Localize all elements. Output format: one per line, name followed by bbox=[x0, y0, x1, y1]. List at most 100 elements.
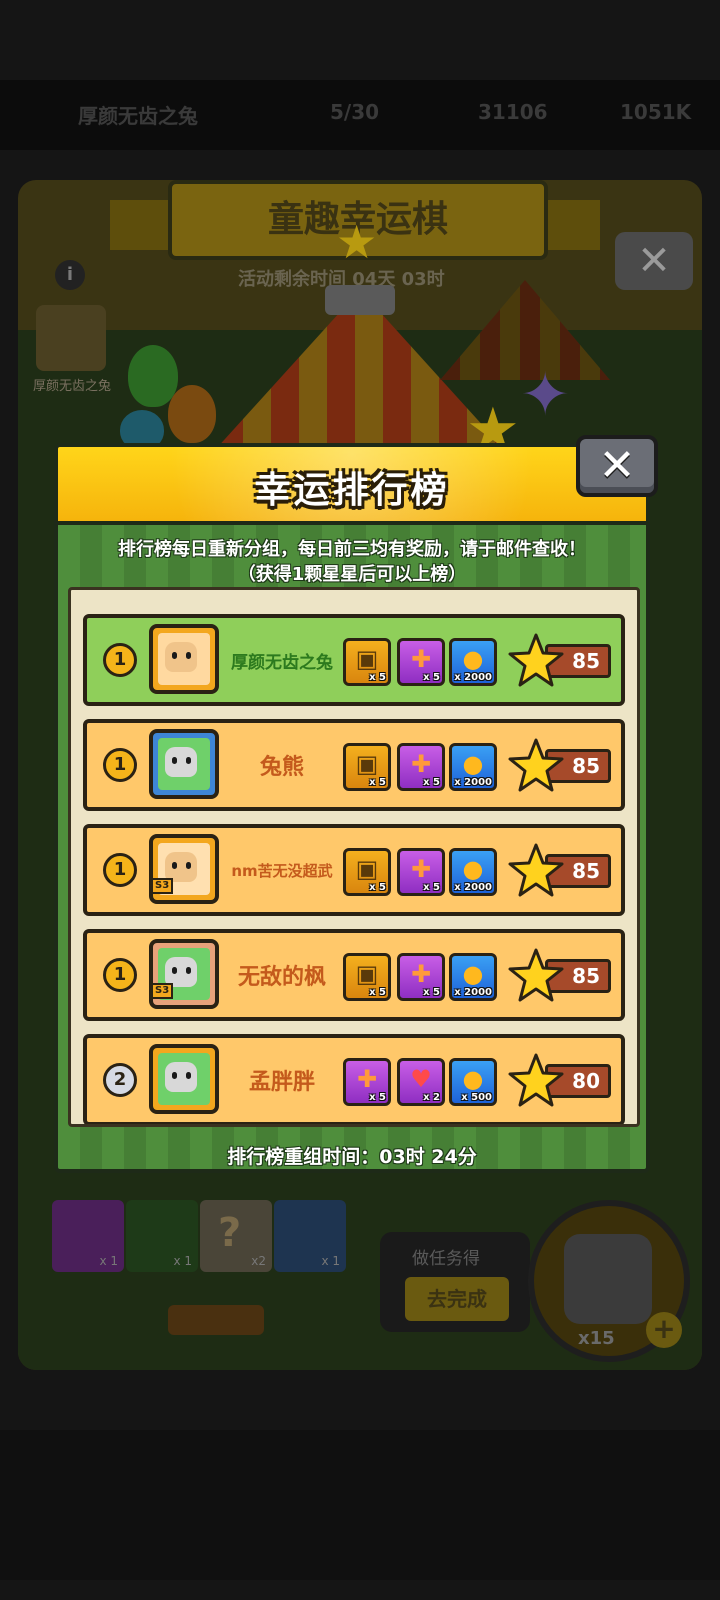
player-name: 孟胖胖 bbox=[248, 1070, 315, 1095]
player-name: 厚颜无齿之兔 bbox=[78, 104, 198, 128]
reward-quantity: x 2000 bbox=[454, 672, 492, 683]
board-tile-key-blue: x 1 bbox=[274, 1200, 346, 1272]
reward-item[interactable]: ● x 500 bbox=[449, 1058, 497, 1106]
avatar[interactable] bbox=[36, 305, 106, 371]
player-name: 厚颜无齿之兔 bbox=[231, 652, 333, 673]
water-drop-icon: ● bbox=[462, 750, 484, 778]
task-label: 做任务得 bbox=[412, 1249, 480, 1269]
rank-badge: 1 bbox=[103, 853, 137, 887]
notice-line-1: 排行榜每日重新分组，每日前三均有奖励，请于邮件查收！ bbox=[118, 539, 586, 560]
gray-cat-avatar bbox=[165, 1062, 197, 1092]
modal-header: 幸运排行榜 bbox=[54, 443, 650, 525]
season-badge: S3 bbox=[151, 983, 174, 999]
currency-b: 1051K bbox=[620, 100, 692, 124]
water-drop-icon: ● bbox=[462, 1065, 484, 1093]
reward-item[interactable]: ● x 2000 bbox=[449, 953, 497, 1001]
reward-item[interactable]: ● x 2000 bbox=[449, 848, 497, 896]
rank-badge: 1 bbox=[103, 643, 137, 677]
balloon-orange bbox=[168, 385, 216, 443]
player-name: nm苦无没超武 bbox=[231, 861, 333, 880]
reward-item[interactable]: ♥ x 2 bbox=[397, 1058, 445, 1106]
event-close-button[interactable]: ✕ bbox=[615, 232, 693, 290]
avatar[interactable] bbox=[149, 729, 219, 799]
notice-text: 排行榜每日重新分组，每日前三均有奖励，请于邮件查收！ （获得1颗星星后可以上榜） bbox=[58, 537, 646, 587]
rank-badge: 1 bbox=[103, 958, 137, 992]
puzzle-piece-icon: ✚ bbox=[410, 855, 432, 883]
reward-quantity: x 5 bbox=[369, 1092, 386, 1103]
treasure-chest-icon: ▣ bbox=[355, 645, 379, 673]
reward-quantity: x 500 bbox=[461, 1092, 492, 1103]
reward-item[interactable]: ✚ x 5 bbox=[397, 638, 445, 686]
heart-icon: ♥ bbox=[410, 1065, 432, 1093]
top-status-bar: 厚颜无齿之兔 5/30 31106 1051K bbox=[0, 80, 720, 150]
currency-a: 31106 bbox=[478, 100, 548, 124]
balloon-green bbox=[128, 345, 178, 407]
avatar[interactable] bbox=[149, 624, 219, 694]
reward-item[interactable]: ● x 2000 bbox=[449, 743, 497, 791]
reward-quantity: x 2000 bbox=[454, 882, 492, 893]
reward-item[interactable]: ✚ x 5 bbox=[397, 848, 445, 896]
puzzle-piece-icon: ✚ bbox=[410, 645, 432, 673]
leaderboard-row[interactable]: 1 S3 无敌的枫 ▣ x 5 ✚ x 5 ● x 2000 85 bbox=[83, 929, 625, 1021]
reward-quantity: x 5 bbox=[423, 987, 440, 998]
leaderboard-list[interactable]: 1 厚颜无齿之兔 ▣ x 5 ✚ x 5 ● x 2000 85 1 兔熊 ▣ x 5 ✚ x 5 ● x 20… bbox=[68, 587, 640, 1127]
hooded-boy-avatar bbox=[165, 642, 197, 672]
close-icon: ✕ bbox=[598, 440, 636, 491]
puzzle-piece-icon: ✚ bbox=[410, 960, 432, 988]
reward-item[interactable]: ✚ x 5 bbox=[397, 953, 445, 1001]
rank-badge: 1 bbox=[103, 748, 137, 782]
puzzle-piece-icon: ✚ bbox=[410, 750, 432, 778]
reward-quantity: x 2000 bbox=[454, 987, 492, 998]
board-tile-key: x 1 bbox=[52, 1200, 124, 1272]
pinwheel-icon: ✦ bbox=[520, 360, 571, 430]
reward-quantity: x 2000 bbox=[454, 777, 492, 788]
tent-top bbox=[325, 285, 395, 315]
reward-quantity: x 5 bbox=[423, 777, 440, 788]
leaderboard-modal: 幸运排行榜 排行榜每日重新分组，每日前三均有奖励，请于邮件查收！ （获得1颗星星… bbox=[54, 443, 650, 1173]
modal-title: 幸运排行榜 bbox=[254, 470, 450, 511]
star-icon bbox=[508, 948, 564, 1002]
reward-item[interactable]: ▣ x 5 bbox=[343, 848, 391, 896]
reward-item[interactable]: ✚ x 5 bbox=[343, 1058, 391, 1106]
leaderboard-row[interactable]: 1 S3 nm苦无没超武 ▣ x 5 ✚ x 5 ● x 2000 85 bbox=[83, 824, 625, 916]
reward-item[interactable]: ▣ x 5 bbox=[343, 953, 391, 1001]
gray-cat-avatar bbox=[165, 747, 197, 777]
avatar[interactable] bbox=[149, 1044, 219, 1114]
treasure-chest-icon: ▣ bbox=[355, 960, 379, 988]
board-tile-mystery: ? x2 bbox=[200, 1200, 272, 1272]
reward-quantity: x 5 bbox=[369, 987, 386, 998]
reward-quantity: x 5 bbox=[423, 882, 440, 893]
reward-quantity: x 5 bbox=[423, 672, 440, 683]
bottom-nav bbox=[0, 1430, 720, 1580]
treasure-chest-icon: ▣ bbox=[355, 855, 379, 883]
leaderboard-row[interactable]: 1 兔熊 ▣ x 5 ✚ x 5 ● x 2000 85 bbox=[83, 719, 625, 811]
notice-line-2: （获得1颗星星后可以上榜） bbox=[237, 564, 467, 585]
puzzle-piece-icon: ✚ bbox=[356, 1065, 378, 1093]
info-icon[interactable]: i bbox=[55, 260, 85, 290]
reward-item[interactable]: ● x 2000 bbox=[449, 638, 497, 686]
add-dice-button[interactable]: + bbox=[646, 1312, 682, 1348]
reward-item[interactable]: ▣ x 5 bbox=[343, 638, 391, 686]
water-drop-icon: ● bbox=[462, 645, 484, 673]
season-badge: S3 bbox=[151, 878, 174, 894]
avatar-label: 厚颜无齿之兔 bbox=[32, 379, 111, 394]
star-icon bbox=[508, 738, 564, 792]
star-icon: ★ bbox=[336, 215, 378, 269]
dice-icon bbox=[564, 1234, 652, 1324]
water-drop-icon: ● bbox=[462, 960, 484, 988]
close-button[interactable]: ✕ bbox=[576, 435, 658, 497]
reward-item[interactable]: ▣ x 5 bbox=[343, 743, 391, 791]
water-drop-icon: ● bbox=[462, 855, 484, 883]
leaderboard-row[interactable]: 2 孟胖胖 ✚ x 5 ♥ x 2 ● x 500 80 bbox=[83, 1034, 625, 1124]
reset-time: 排行榜重组时间：03时 24分 bbox=[227, 1146, 477, 1168]
star-icon bbox=[508, 1053, 564, 1107]
player-name: 无敌的枫 bbox=[237, 965, 326, 990]
reward-quantity: x 5 bbox=[369, 672, 386, 683]
leaderboard-row[interactable]: 1 厚颜无齿之兔 ▣ x 5 ✚ x 5 ● x 2000 85 bbox=[83, 614, 625, 706]
task-panel: 做任务得 去完成 bbox=[380, 1232, 530, 1332]
bench bbox=[168, 1305, 264, 1335]
reward-item[interactable]: ✚ x 5 bbox=[397, 743, 445, 791]
board-tile-bell: x 1 bbox=[126, 1200, 198, 1272]
rank-badge: 2 bbox=[103, 1063, 137, 1097]
go-complete-button[interactable]: 去完成 bbox=[405, 1277, 509, 1321]
